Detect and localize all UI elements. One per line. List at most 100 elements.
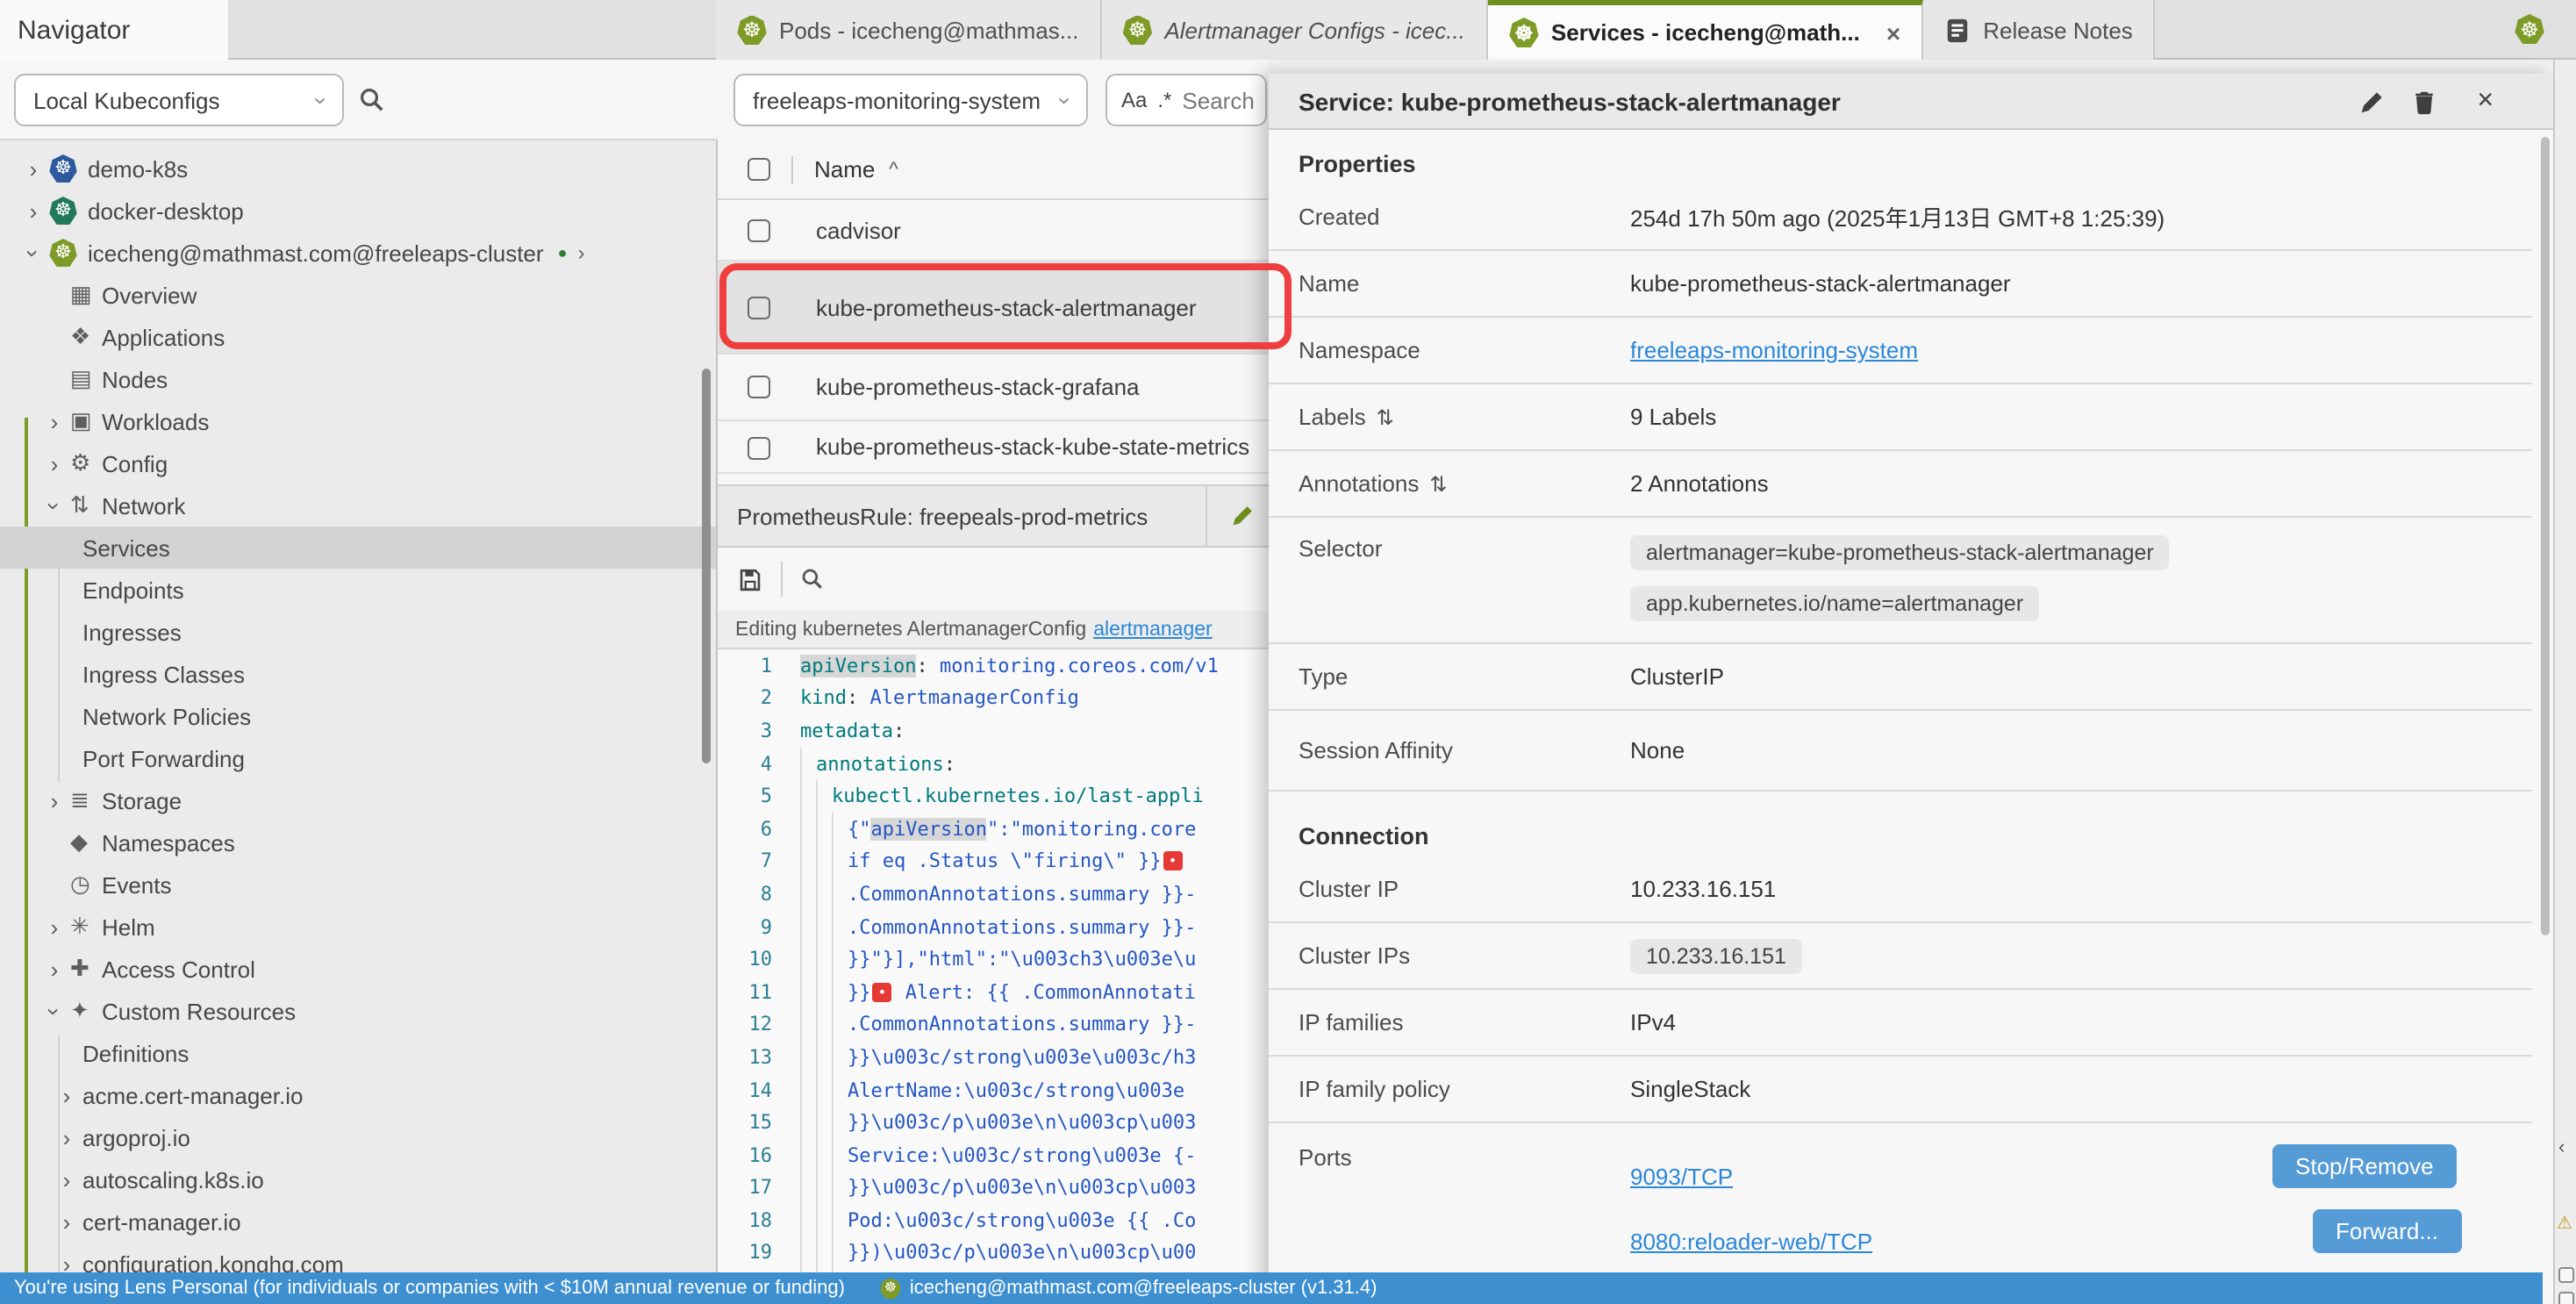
chevron-expanded-icon[interactable]: › [41,497,68,514]
tab-services[interactable]: ☸ Services - icecheng@math... × [1488,0,1923,60]
sidebar-item-helm[interactable]: ›✳Helm [0,906,718,948]
code-line: 12.CommonAnnotations.summary }}- [718,1008,1269,1041]
sidebar-item-access-control[interactable]: ›✚Access Control [0,948,718,990]
alertmanager-config-link[interactable]: alertmanager [1093,619,1213,640]
sidebar-item-overview[interactable]: ▦Overview [0,274,718,316]
sidebar-item-acme-cert-manager-io[interactable]: ›acme.cert-manager.io [0,1074,718,1116]
sidebar-item-config[interactable]: ›⚙Config [0,442,718,484]
sidebar-item-applications[interactable]: ❖Applications [0,316,718,358]
select-all-checkbox[interactable] [748,158,770,181]
sidebar-item-demo-k8s[interactable]: ›☸demo-k8s [0,147,718,190]
close-icon[interactable]: × [2477,86,2494,118]
chevron-collapsed-icon[interactable]: › [58,1124,75,1150]
search-icon[interactable] [358,86,386,114]
chevron-collapsed-icon[interactable]: › [58,1082,75,1108]
expand-sort-icon[interactable]: ⇅ [1429,472,1447,497]
active-cluster-status[interactable]: ☸ icecheng@mathmast.com@freeleaps-cluste… [880,1278,1377,1299]
row-checkbox[interactable] [748,296,770,319]
chevron-collapsed-icon[interactable]: › [46,450,63,476]
sidebar-item-storage[interactable]: ›≣Storage [0,779,718,821]
table-header-row: Name ^ [718,140,1269,200]
edit-icon[interactable] [1230,504,1255,528]
chevron-collapsed-icon[interactable]: › [58,1208,75,1235]
sidebar-item-services[interactable]: Services [0,527,718,569]
sidebar-item-definitions[interactable]: Definitions [0,1032,718,1074]
table-row-kube-prometheus-stack-kube-state-metrics[interactable]: kube-prometheus-stack-kube-state-metrics [718,421,1269,474]
collapse-chevron-icon[interactable]: ‹ [2558,1137,2565,1158]
table-row-kube-prometheus-stack-grafana[interactable]: kube-prometheus-stack-grafana [718,355,1269,421]
chevron-collapsed-icon[interactable]: › [46,914,63,940]
sidebar-item-argoproj-io[interactable]: ›argoproj.io [0,1116,718,1158]
sidebar-item-autoscaling-k8s-io[interactable]: › autoscaling.k8s.io [0,1158,718,1200]
navigator-header: Navigator [0,0,228,60]
chevron-collapsed-icon[interactable]: › [46,956,63,982]
sidebar-item-icecheng-mathmast-com-freeleaps-cluster[interactable]: ›☸icecheng@mathmast.com@freeleaps-cluste… [0,232,718,274]
sidebar-item-network[interactable]: ›⇅Network [0,484,718,527]
regex-toggle[interactable]: .* [1157,88,1171,112]
match-case-toggle[interactable]: Aa [1121,88,1147,112]
sidebar-item-namespaces[interactable]: ◆Namespaces [0,821,718,863]
sidebar-item-events[interactable]: ◷Events [0,863,718,906]
sidebar-item-custom-resources[interactable]: ›✦Custom Resources [0,990,718,1032]
tab-pods[interactable]: ☸ Pods - icecheng@mathmas... [716,0,1101,60]
sidebar-item-label: Overview [102,282,197,308]
cluster-open-arrow-icon[interactable]: › [577,240,584,265]
table-row-kube-prometheus-stack-alertmanager[interactable]: kube-prometheus-stack-alertmanager [718,262,1269,355]
code-line: 16Service:\u003c/strong\u003e {- [718,1139,1269,1171]
prometheusrule-dock-tab[interactable]: PrometheusRule: freepeals-prod-metrics [718,484,1269,548]
port-link[interactable]: 9093/TCP [1630,1164,1733,1190]
save-icon[interactable] [737,566,763,592]
tab-alertmanager-configs[interactable]: ☸ Alertmanager Configs - icec... [1101,0,1487,60]
chevron-expanded-icon[interactable]: › [20,244,47,262]
editor-search-icon[interactable] [800,567,825,591]
service-name: kube-prometheus-stack-alertmanager [816,294,1197,320]
kubeconfig-selector[interactable]: Local Kubeconfigs › [14,74,344,126]
namespace-link[interactable]: freeleaps-monitoring-system [1630,337,1918,363]
close-tab-icon[interactable]: × [1886,18,1900,47]
property-row-selector: Selector alertmanager=kube-prometheus-st… [1269,518,2532,644]
forward-button[interactable]: Forward... [2313,1209,2461,1253]
sidebar-item-network-policies[interactable]: Network Policies [0,695,718,737]
drawer-scrollbar[interactable] [2541,137,2550,935]
row-checkbox[interactable] [748,437,770,460]
sidebar-item-docker-desktop[interactable]: ›☸docker-desktop [0,190,718,232]
chevron-expanded-icon[interactable]: › [41,1002,68,1020]
chevron-collapsed-icon[interactable]: › [46,408,63,434]
row-checkbox[interactable] [748,219,770,241]
sidebar-item-endpoints[interactable]: Endpoints [0,569,718,611]
sort-asc-icon[interactable]: ^ [889,159,898,180]
config-icon: ⚙ [70,449,90,477]
row-checkbox[interactable] [748,376,770,398]
mini-panel-icon[interactable] [2558,1267,2574,1283]
stop-remove-button[interactable]: Stop/Remove [2272,1144,2457,1188]
warning-icon[interactable]: ⚠ [2557,1214,2572,1234]
sidebar-item-workloads[interactable]: ›▣Workloads [0,400,718,442]
document-icon [1944,17,1971,43]
expand-sort-icon[interactable]: ⇅ [1377,405,1394,430]
chevron-collapsed-icon[interactable]: › [46,787,63,813]
mini-panel-icon[interactable] [2558,1292,2574,1304]
table-row-cadvisor[interactable]: cadvisor [718,200,1269,262]
sidebar-item-ingresses[interactable]: Ingresses [0,611,718,653]
chevron-collapsed-icon[interactable]: › [25,155,42,182]
kubernetes-icon[interactable]: ☸ [2515,14,2544,44]
sidebar-item-label: Namespaces [102,829,235,856]
line-number: 10 [718,948,772,971]
sidebar-item-ingress-classes[interactable]: Ingress Classes [0,653,718,695]
search-input[interactable]: Aa .* Search [1106,74,1267,126]
chevron-collapsed-icon[interactable]: › [25,197,42,224]
sidebar-scrollbar[interactable] [702,369,711,763]
drawer-body: Properties Created 254d 17h 50m ago (202… [1269,130,2553,1304]
tab-release-notes[interactable]: Release Notes [1923,0,2156,60]
yaml-editor[interactable]: 1apiVersion: monitoring.coreos.com/v12ki… [718,649,1269,1304]
column-header-name[interactable]: Name [814,156,875,183]
sidebar-item-cert-manager-io[interactable]: ›cert-manager.io [0,1200,718,1243]
chevron-collapsed-icon[interactable]: › [58,1166,75,1193]
sidebar-item-nodes[interactable]: ▤Nodes [0,358,718,400]
sidebar-item-label: autoscaling.k8s.io [82,1166,264,1193]
delete-icon[interactable] [2411,88,2437,116]
sidebar-item-port-forwarding[interactable]: Port Forwarding [0,737,718,779]
namespace-selector[interactable]: freeleaps-monitoring-system › [733,74,1088,126]
edit-icon[interactable] [2358,90,2385,116]
port-link[interactable]: 8080:reloader-web/TCP [1630,1229,1872,1255]
